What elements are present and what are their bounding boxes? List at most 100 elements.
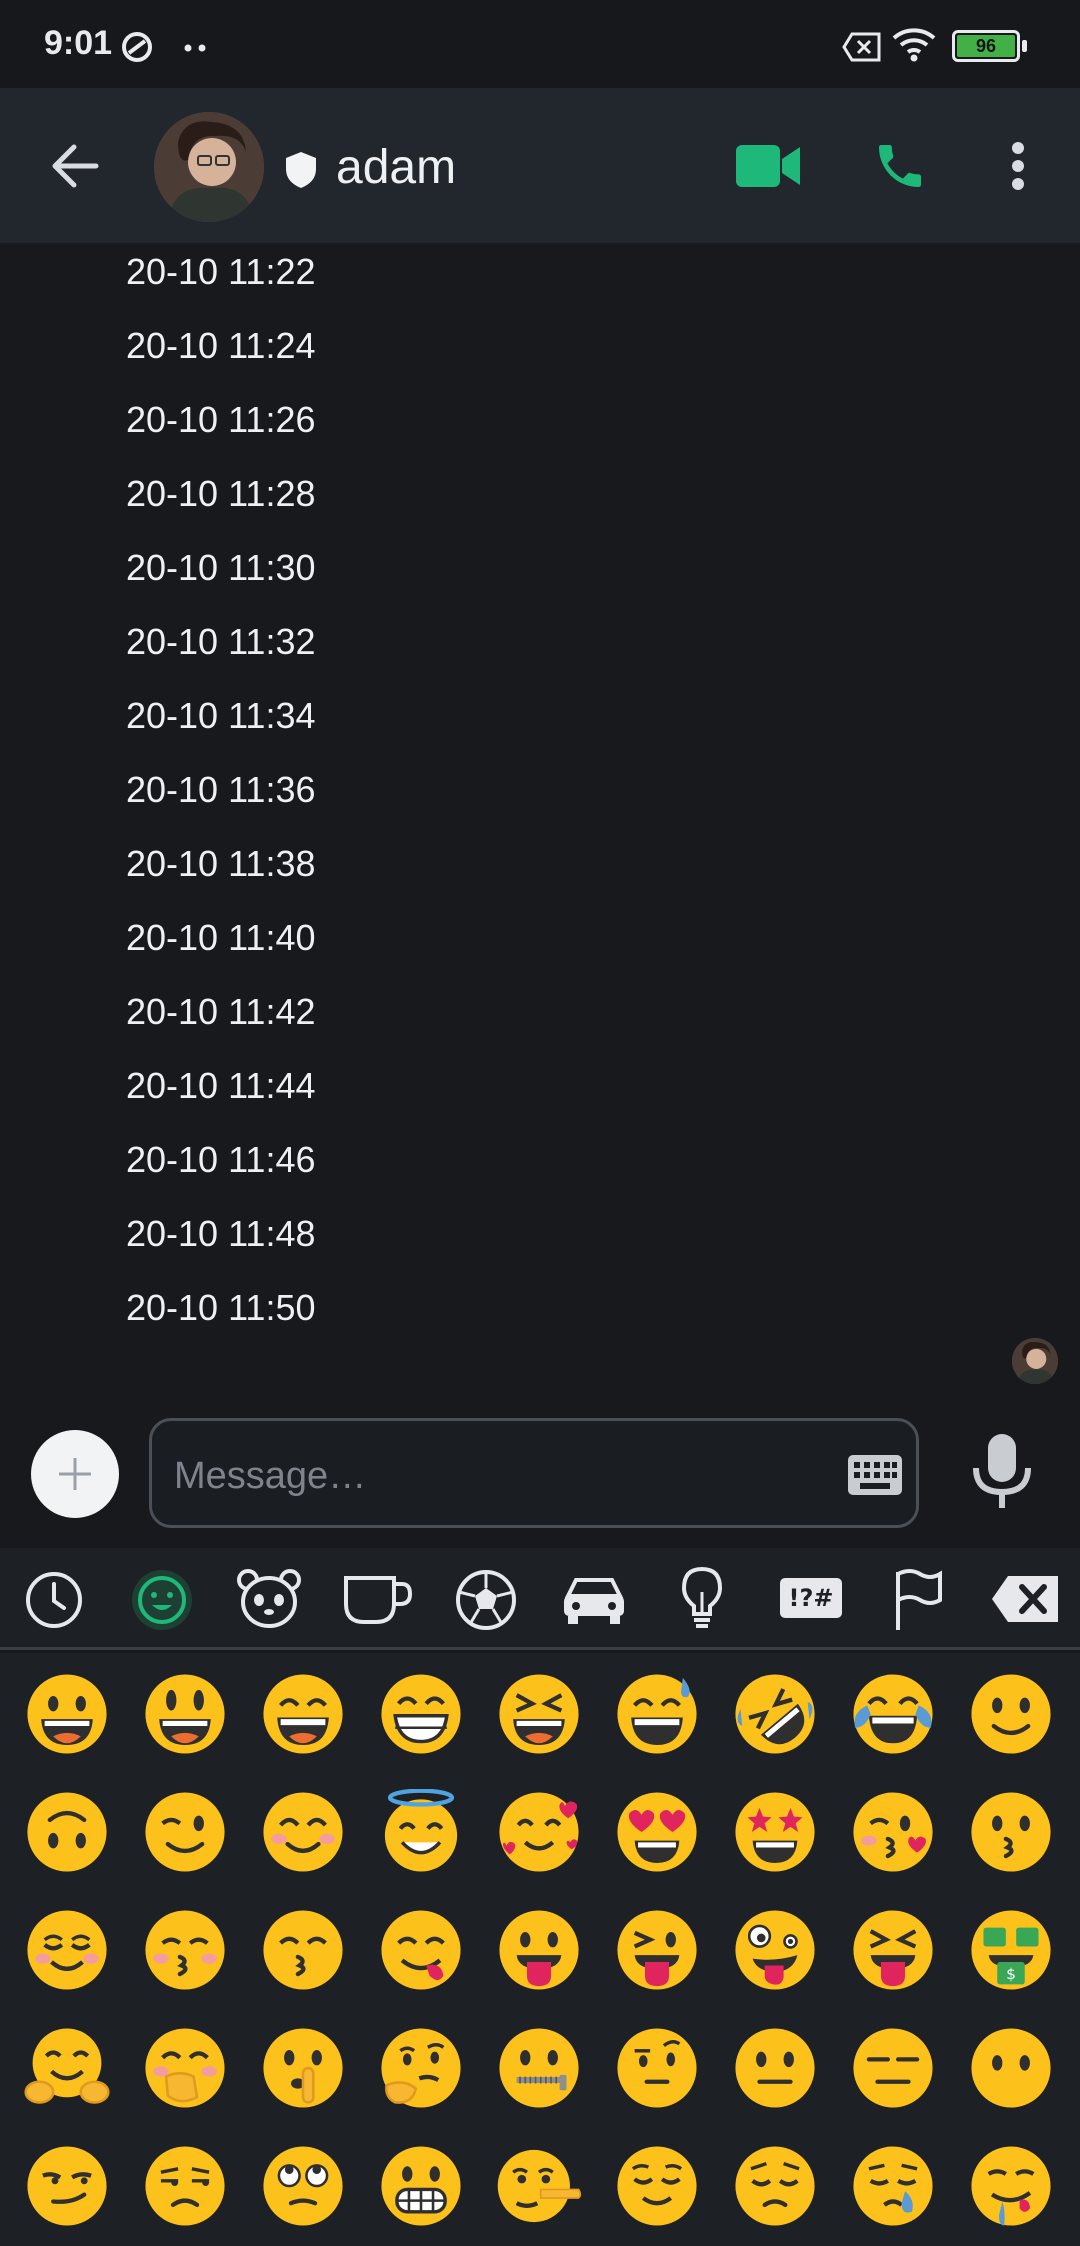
emoji-expressionless[interactable] [834, 2009, 952, 2127]
emoji-grimacing[interactable] [362, 2127, 480, 2245]
emoji-no-mouth[interactable] [952, 2009, 1070, 2127]
tab-objects[interactable] [648, 1548, 756, 1650]
emoji-yum[interactable] [362, 1891, 480, 2009]
emoji-drooling[interactable] [952, 2127, 1070, 2245]
message-list[interactable]: 20-10 11:22 20-10 11:24 20-10 11:26 20-1… [0, 243, 1080, 1553]
tab-recent[interactable] [0, 1548, 108, 1650]
emoji-winking-tongue[interactable] [598, 1891, 716, 2009]
battery-level: 96 [975, 35, 997, 56]
emoji-hugging[interactable] [8, 2009, 126, 2127]
emoji-neutral[interactable] [716, 2009, 834, 2127]
recent-icon [26, 1572, 82, 1628]
backspace-button[interactable] [972, 1548, 1080, 1650]
emoji-sweat-smile[interactable] [598, 1655, 716, 1773]
video-call-icon[interactable] [736, 143, 800, 189]
tab-smileys[interactable] [108, 1548, 216, 1650]
tab-flags[interactable] [864, 1548, 972, 1650]
emoji-hearts[interactable] [480, 1773, 598, 1891]
activity-icon [456, 1570, 516, 1630]
do-not-disturb-icon [122, 32, 152, 62]
contact-avatar[interactable] [154, 112, 264, 222]
add-icon [59, 1458, 91, 1490]
emoji-grinning-big-eyes[interactable] [126, 1655, 244, 1773]
message-timestamp: 20-10 11:44 [126, 1065, 316, 1106]
travel-icon [564, 1578, 624, 1624]
emoji-squinting-laugh[interactable] [480, 1655, 598, 1773]
more-vert-icon[interactable] [1010, 142, 1026, 190]
more-notifications-icon [184, 44, 206, 52]
message-timestamp: 20-10 11:24 [126, 325, 316, 366]
wifi-icon [892, 28, 936, 62]
tab-symbols[interactable]: !?# [756, 1548, 864, 1650]
emoji-relieved[interactable] [598, 2127, 716, 2245]
symbols-label: !?# [788, 1584, 834, 1612]
message-timestamp: 20-10 11:42 [126, 991, 316, 1032]
tab-food[interactable] [324, 1548, 432, 1650]
emoji-money-mouth[interactable]: $ [952, 1891, 1070, 2009]
keyboard-icon[interactable] [848, 1455, 902, 1495]
mic-icon[interactable] [968, 1432, 1036, 1510]
back-arrow-icon[interactable] [50, 143, 100, 189]
emoji-beaming[interactable] [362, 1655, 480, 1773]
emoji-squinting-tongue[interactable] [834, 1891, 952, 2009]
message-timestamp: 20-10 11:34 [126, 695, 316, 736]
emoji-unamused[interactable] [126, 2127, 244, 2245]
phone-icon[interactable] [872, 138, 928, 194]
emoji-sleepy[interactable] [834, 2127, 952, 2245]
message-timestamp: 20-10 11:26 [126, 399, 316, 440]
emoji-lying[interactable] [480, 2127, 598, 2245]
emoji-thinking[interactable] [362, 2009, 480, 2127]
emoji-slight-smile[interactable] [952, 1655, 1070, 1773]
tab-animals[interactable] [216, 1548, 324, 1650]
emoji-grinning-smiling-eyes[interactable] [244, 1655, 362, 1773]
emoji-shushing[interactable] [244, 2009, 362, 2127]
food-icon [344, 1576, 413, 1624]
emoji-grid: $ [0, 1653, 1080, 2246]
no-sim-icon [842, 32, 881, 62]
message-timestamp: 20-10 11:36 [126, 769, 316, 810]
emoji-hand-over-mouth[interactable] [126, 2009, 244, 2127]
emoji-smiling-eyes[interactable] [244, 1773, 362, 1891]
add-attachment-button[interactable] [31, 1430, 119, 1518]
emoji-wink[interactable] [126, 1773, 244, 1891]
emoji-blush[interactable] [8, 1891, 126, 2009]
battery-icon: 96 [952, 30, 1020, 62]
contact-name[interactable]: adam [336, 140, 456, 195]
smileys-icon [132, 1570, 192, 1630]
emoji-category-bar: !?# [0, 1548, 1080, 1650]
emoji-rofl[interactable] [716, 1655, 834, 1773]
message-timestamp: 20-10 11:38 [126, 843, 316, 884]
flags-icon [896, 1569, 942, 1630]
emoji-kissing-heart[interactable] [834, 1773, 952, 1891]
emoji-upside-down[interactable] [8, 1773, 126, 1891]
emoji-halo[interactable] [362, 1773, 480, 1891]
tab-travel[interactable] [540, 1548, 648, 1650]
animals-icon [237, 1569, 301, 1628]
message-timestamp: 20-10 11:22 [126, 251, 316, 292]
emoji-heart-eyes[interactable] [598, 1773, 716, 1891]
emoji-pensive[interactable] [716, 2127, 834, 2245]
emoji-smirk[interactable] [8, 2127, 126, 2245]
emoji-tongue[interactable] [480, 1891, 598, 2009]
message-timestamp: 20-10 11:40 [126, 917, 316, 958]
status-bar: 9:01 96 [0, 0, 1080, 88]
emoji-grinning[interactable] [8, 1655, 126, 1773]
emoji-eye-roll[interactable] [244, 2127, 362, 2245]
emoji-kissing-smiling-eyes[interactable] [244, 1891, 362, 2009]
tab-activity[interactable] [432, 1548, 540, 1650]
emoji-star-struck[interactable] [716, 1773, 834, 1891]
message-input[interactable]: Message… [149, 1418, 919, 1528]
message-timestamp: 20-10 11:46 [126, 1139, 316, 1180]
status-time: 9:01 [44, 24, 113, 62]
objects-icon [681, 1566, 723, 1628]
message-timestamp: 20-10 11:30 [126, 547, 316, 588]
battery-tip [1022, 40, 1027, 52]
read-receipt-avatar [1012, 1338, 1058, 1384]
emoji-tears-of-joy[interactable] [834, 1655, 952, 1773]
emoji-kissing-closed-eyes[interactable] [126, 1891, 244, 2009]
emoji-zipper-mouth[interactable] [480, 2009, 598, 2127]
symbols-icon: !?# [780, 1578, 842, 1618]
emoji-kissing[interactable] [952, 1773, 1070, 1891]
emoji-zany[interactable] [716, 1891, 834, 2009]
emoji-raised-eyebrow[interactable] [598, 2009, 716, 2127]
